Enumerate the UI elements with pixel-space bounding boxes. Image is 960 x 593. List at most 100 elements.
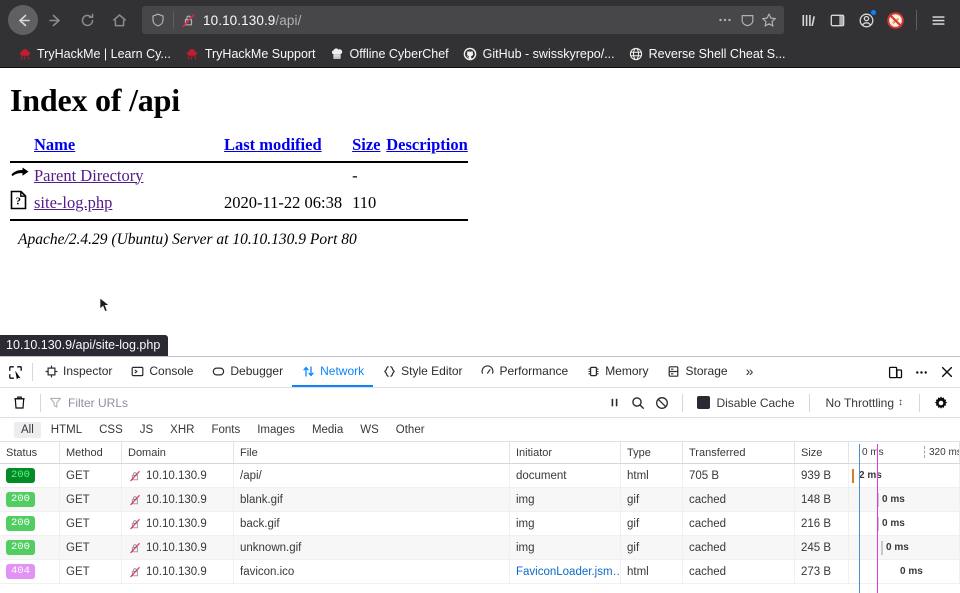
- filter-chip-all[interactable]: All: [14, 421, 41, 438]
- tab-network[interactable]: Network: [292, 357, 374, 387]
- insecure-connection-icon: [128, 469, 141, 482]
- trash-icon[interactable]: [6, 395, 32, 410]
- cell-size: 245 B: [795, 536, 849, 559]
- ellipsis-icon[interactable]: [714, 9, 736, 31]
- pause-icon[interactable]: [602, 396, 626, 409]
- parent-directory-link[interactable]: Parent Directory: [34, 166, 144, 185]
- column-header-initiator[interactable]: Initiator: [510, 442, 621, 463]
- bookmark-item[interactable]: TryHackMe | Learn Cy...: [10, 44, 178, 63]
- filter-chip-html[interactable]: HTML: [44, 422, 89, 438]
- url-bar[interactable]: 10.10.130.9/api/: [142, 6, 784, 34]
- filter-chip-ws[interactable]: WS: [353, 422, 386, 438]
- sort-by-size-link[interactable]: Size: [352, 135, 380, 154]
- cell-size: 273 B: [795, 560, 849, 583]
- bookmark-item[interactable]: Offline CyberChef: [323, 44, 456, 63]
- bookmark-item[interactable]: TryHackMe Support: [178, 44, 323, 63]
- browser-toolbar-right: [794, 6, 952, 34]
- bookmark-item[interactable]: GitHub - swisskyrepo/...: [456, 44, 622, 63]
- tab-memory[interactable]: Memory: [577, 357, 657, 387]
- gear-icon[interactable]: [928, 395, 954, 411]
- shield-icon[interactable]: [148, 13, 168, 27]
- timing-bar: [852, 469, 854, 483]
- sort-by-name-link[interactable]: Name: [34, 135, 75, 154]
- link-status-tooltip: 10.10.130.9/api/site-log.php: [0, 335, 169, 356]
- cell-type: gif: [621, 488, 683, 511]
- column-header-size[interactable]: Size: [795, 442, 849, 463]
- tab-console[interactable]: Console: [121, 357, 202, 387]
- table-row[interactable]: 200 GET 10.10.130.9 unknown.gif img gif …: [0, 536, 960, 560]
- bookmark-label: GitHub - swisskyrepo/...: [482, 46, 615, 61]
- status-badge: 200: [6, 468, 35, 483]
- account-icon[interactable]: [852, 6, 880, 34]
- disable-cache-checkbox[interactable]: Disable Cache: [691, 396, 800, 410]
- sort-by-modified-link[interactable]: Last modified: [224, 135, 322, 154]
- navigation-toolbar: 10.10.130.9/api/: [0, 0, 960, 40]
- filter-chip-other[interactable]: Other: [389, 422, 432, 438]
- column-header-domain[interactable]: Domain: [122, 442, 234, 463]
- close-icon[interactable]: [934, 357, 960, 387]
- column-header-type[interactable]: Type: [621, 442, 683, 463]
- meatball-menu-icon[interactable]: [908, 357, 934, 387]
- developer-tools-panel: Inspector Console Debugger Network Style: [0, 356, 960, 593]
- tab-debugger[interactable]: Debugger: [202, 357, 292, 387]
- hamburger-menu-icon[interactable]: [924, 6, 952, 34]
- block-requests-icon[interactable]: [650, 396, 674, 410]
- entry-modified: 2020-11-22 06:38: [224, 192, 343, 212]
- cell-file: unknown.gif: [234, 536, 510, 559]
- filter-chip-media[interactable]: Media: [305, 422, 350, 438]
- sidebars-icon[interactable]: [823, 6, 851, 34]
- table-row[interactable]: 200 GET 10.10.130.9 /api/ document html …: [0, 464, 960, 488]
- url-text[interactable]: 10.10.130.9/api/: [197, 13, 714, 28]
- bookmark-label: Reverse Shell Cheat S...: [648, 46, 786, 61]
- filter-chip-xhr[interactable]: XHR: [163, 422, 201, 438]
- table-row[interactable]: 404 GET 10.10.130.9 favicon.ico FaviconL…: [0, 560, 960, 584]
- cell-size: 939 B: [795, 464, 849, 487]
- column-header-file[interactable]: File: [234, 442, 510, 463]
- filter-chip-js[interactable]: JS: [133, 422, 160, 438]
- throttling-select[interactable]: No Throttling ↕: [818, 396, 911, 410]
- column-header-method[interactable]: Method: [60, 442, 122, 463]
- initiator-link[interactable]: FaviconLoader.jsm…: [516, 566, 620, 578]
- tab-style-editor[interactable]: Style Editor: [373, 357, 471, 387]
- star-icon[interactable]: [758, 9, 780, 31]
- column-header-transferred[interactable]: Transferred: [683, 442, 795, 463]
- column-header-timeline[interactable]: 0 ms 320 ms: [849, 442, 960, 463]
- forward-button[interactable]: [40, 5, 70, 35]
- tab-performance[interactable]: Performance: [471, 357, 577, 387]
- toolbar-divider: [919, 393, 920, 412]
- tab-storage[interactable]: Storage: [658, 357, 737, 387]
- table-row[interactable]: 200 GET 10.10.130.9 blank.gif img gif ca…: [0, 488, 960, 512]
- insecure-connection-icon: [128, 541, 141, 554]
- cell-type: gif: [621, 512, 683, 535]
- checkbox-box[interactable]: [697, 396, 711, 409]
- parent-directory-icon: [10, 162, 34, 188]
- filter-chip-css[interactable]: CSS: [92, 422, 130, 438]
- reader-view-icon[interactable]: [736, 9, 758, 31]
- filter-chip-images[interactable]: Images: [250, 422, 302, 438]
- reload-button[interactable]: [72, 5, 102, 35]
- library-icon[interactable]: [794, 6, 822, 34]
- back-button[interactable]: [8, 5, 38, 35]
- cyberchef-icon: [330, 46, 345, 61]
- element-picker-icon[interactable]: [0, 357, 30, 387]
- search-icon[interactable]: [626, 396, 650, 410]
- file-link-site-log-php[interactable]: site-log.php: [34, 193, 112, 212]
- tab-inspector[interactable]: Inspector: [35, 357, 121, 387]
- insecure-lock-icon[interactable]: [179, 13, 197, 28]
- bookmark-item[interactable]: Reverse Shell Cheat S...: [622, 44, 793, 63]
- responsive-design-mode-icon[interactable]: [882, 357, 908, 387]
- tab-label: Performance: [499, 364, 569, 378]
- cell-timeline: 0 ms: [849, 560, 960, 583]
- blocker-extension-icon[interactable]: [881, 6, 909, 34]
- performance-icon: [480, 364, 494, 378]
- globe-icon: [629, 46, 644, 61]
- sort-by-description-link[interactable]: Description: [386, 135, 468, 154]
- filter-urls-input[interactable]: Filter URLs: [49, 393, 602, 413]
- entry-name: Parent Directory: [34, 162, 224, 188]
- column-header-status[interactable]: Status: [0, 442, 60, 463]
- tab-label: Console: [149, 364, 194, 378]
- home-button[interactable]: [104, 5, 134, 35]
- filter-chip-fonts[interactable]: Fonts: [204, 422, 247, 438]
- table-row[interactable]: 200 GET 10.10.130.9 back.gif img gif cac…: [0, 512, 960, 536]
- tabs-overflow-button[interactable]: »: [737, 357, 763, 387]
